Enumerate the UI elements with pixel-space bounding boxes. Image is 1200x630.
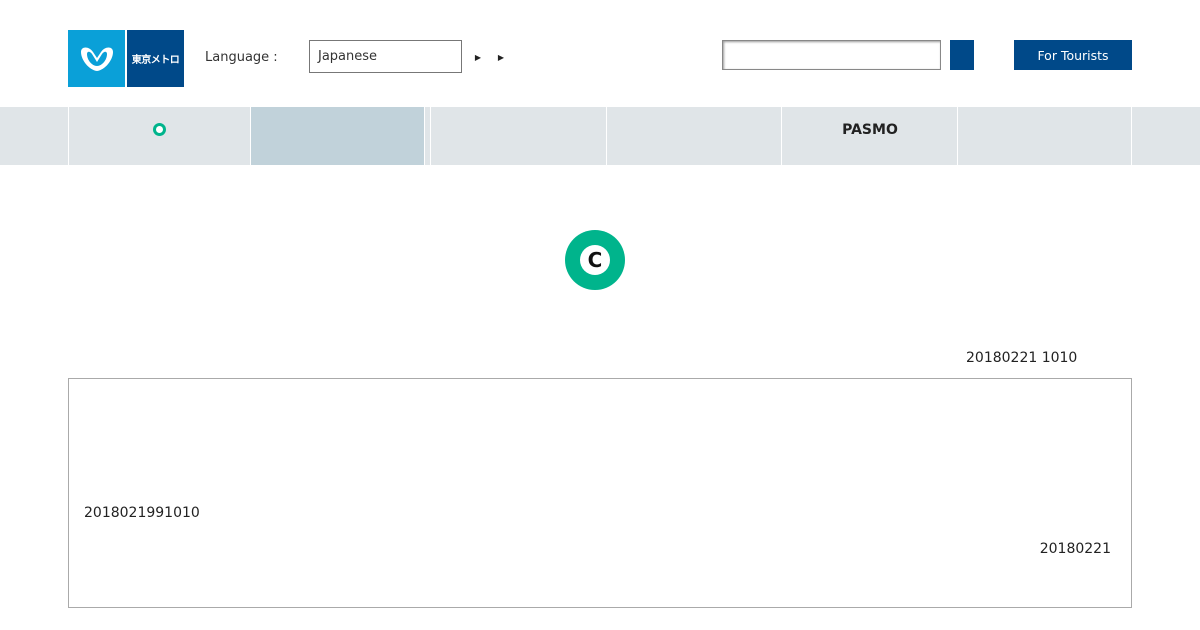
search-button[interactable] bbox=[950, 40, 974, 70]
green-dot-icon bbox=[153, 123, 166, 136]
nav-item-pasmo[interactable]: PASMO bbox=[781, 107, 958, 165]
language-next-arrow-icon[interactable]: ▶ bbox=[497, 52, 505, 62]
nav-item-pasmo-label: PASMO bbox=[842, 122, 898, 138]
notice-date: 20180221 bbox=[1039, 541, 1111, 557]
main-nav: PASMO bbox=[0, 107, 1200, 165]
tokyo-metro-heart-m-icon bbox=[68, 30, 125, 87]
nav-edge bbox=[1131, 107, 1200, 165]
logo-wordmark: 東京メトロ bbox=[127, 30, 184, 87]
search-input[interactable] bbox=[722, 40, 941, 70]
nav-item-1[interactable] bbox=[68, 107, 250, 165]
nav-item-3[interactable] bbox=[430, 107, 607, 165]
for-tourists-button[interactable]: For Tourists bbox=[1014, 40, 1132, 70]
chiyoda-line-logo-icon: C bbox=[565, 230, 625, 290]
nav-item-4[interactable] bbox=[606, 107, 782, 165]
language-go-arrow-icon[interactable]: ▶ bbox=[474, 52, 482, 62]
language-select[interactable]: Japanese bbox=[309, 40, 462, 73]
tokyo-metro-logo[interactable]: 東京メトロ bbox=[68, 30, 184, 87]
nav-item-6[interactable] bbox=[957, 107, 1132, 165]
notice-id: 2018021991010 bbox=[84, 505, 200, 521]
language-label: Language : bbox=[205, 50, 278, 65]
line-letter: C bbox=[580, 245, 610, 275]
notice-box: 2018021991010 20180221 bbox=[68, 378, 1132, 608]
site-header: 東京メトロ Language : Japanese ▶ ▶ For Touris… bbox=[0, 0, 1200, 107]
update-timestamp: 20180221 1010 bbox=[966, 350, 1078, 366]
nav-item-2[interactable] bbox=[250, 107, 424, 165]
